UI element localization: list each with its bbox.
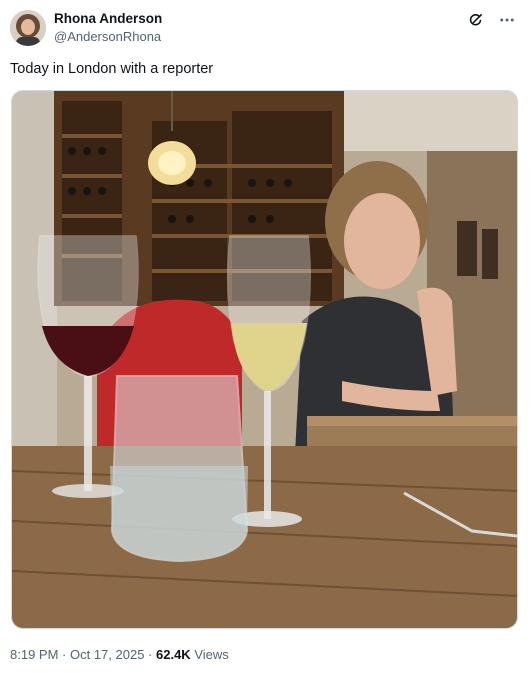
post-text: Today in London with a reporter	[10, 61, 214, 77]
grok-icon[interactable]	[465, 10, 485, 30]
meta-separator: ·	[58, 647, 70, 662]
post-date[interactable]: Oct 17, 2025	[70, 647, 144, 662]
author-display-name[interactable]: Rhona Anderson	[54, 10, 162, 27]
post-photo[interactable]	[11, 90, 518, 629]
avatar[interactable]	[10, 10, 46, 46]
avatar-image	[10, 10, 46, 46]
author-names: Rhona Anderson @AndersonRhona	[54, 10, 162, 45]
top-actions	[465, 10, 517, 30]
views-count: 62.4K	[156, 647, 191, 662]
more-icon[interactable]	[497, 10, 517, 30]
restaurant-photo	[12, 91, 517, 628]
post-time[interactable]: 8:19 PM	[10, 647, 58, 662]
author-handle[interactable]: @AndersonRhona	[54, 28, 162, 45]
meta-separator: ·	[144, 647, 156, 662]
post: Rhona Anderson @AndersonRhona Today in L…	[0, 0, 531, 673]
views-label: Views	[194, 647, 229, 662]
post-header: Rhona Anderson @AndersonRhona	[10, 8, 521, 48]
post-meta: 8:19 PM · Oct 17, 2025 · 62.4K Views	[10, 646, 229, 664]
